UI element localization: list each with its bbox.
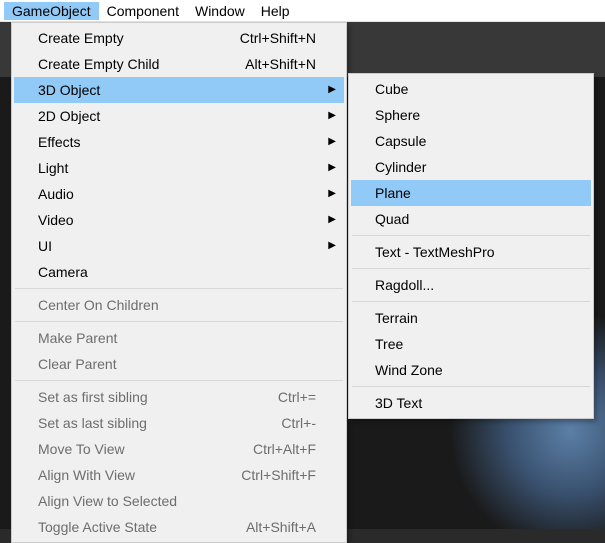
submenu-item-tree[interactable]: Tree	[351, 331, 591, 357]
menu-item-label: Make Parent	[38, 330, 316, 346]
menu-item-2d-object[interactable]: 2D Object ▶	[14, 103, 344, 129]
menu-item-ui[interactable]: UI ▶	[14, 233, 344, 259]
menu-item-camera[interactable]: Camera	[14, 259, 344, 285]
submenu-item-quad[interactable]: Quad	[351, 206, 591, 232]
menu-item-shortcut: Alt+Shift+A	[246, 519, 316, 535]
menubar-item-help[interactable]: Help	[253, 2, 298, 20]
menu-item-label: Terrain	[375, 310, 563, 326]
menubar-item-gameobject[interactable]: GameObject	[4, 2, 99, 20]
chevron-right-icon: ▶	[328, 189, 336, 199]
menu-item-align-with-view: Align With ViewCtrl+Shift+F	[14, 462, 344, 488]
menu-divider	[15, 321, 343, 322]
submenu-item-text-textmeshpro[interactable]: Text - TextMeshPro	[351, 239, 591, 265]
menu-item-set-as-last-sibling: Set as last siblingCtrl+-	[14, 410, 344, 436]
submenu-item-cube[interactable]: Cube	[351, 76, 591, 102]
menubar-item-window[interactable]: Window	[187, 2, 253, 20]
menu-item-shortcut: Alt+Shift+N	[245, 56, 316, 72]
menu-item-label: 2D Object	[38, 108, 316, 124]
menu-item-shortcut: Ctrl+=	[278, 389, 316, 405]
menu-item-label: Toggle Active State	[38, 519, 246, 535]
menu-item-label: Video	[38, 212, 316, 228]
menu-item-3d-object[interactable]: 3D Object ▶	[14, 77, 344, 103]
menu-item-align-view-to-selected: Align View to Selected	[14, 488, 344, 514]
3d-object-submenu: Cube Sphere Capsule Cylinder Plane Quad Text -…	[348, 73, 594, 419]
chevron-right-icon: ▶	[328, 85, 336, 95]
menu-item-label: Audio	[38, 186, 316, 202]
menu-item-label: Effects	[38, 134, 316, 150]
menu-item-label: 3D Object	[38, 82, 316, 98]
menu-item-center-on-children: Center On Children	[14, 292, 344, 318]
menu-item-label: Cylinder	[375, 159, 563, 175]
menu-item-label: Camera	[38, 264, 316, 280]
menu-item-label: Set as first sibling	[38, 389, 278, 405]
gameobject-menu: Create EmptyCtrl+Shift+NCreate Empty Chi…	[11, 22, 347, 543]
menu-item-label: Plane	[375, 185, 563, 201]
menu-item-label: Light	[38, 160, 316, 176]
menubar: GameObjectComponentWindowHelp	[0, 0, 605, 22]
submenu-item-terrain[interactable]: Terrain	[351, 305, 591, 331]
menu-item-create-empty-child[interactable]: Create Empty ChildAlt+Shift+N	[14, 51, 344, 77]
menu-divider	[352, 301, 590, 302]
submenu-item-cylinder[interactable]: Cylinder	[351, 154, 591, 180]
menu-item-create-empty[interactable]: Create EmptyCtrl+Shift+N	[14, 25, 344, 51]
menu-divider	[352, 386, 590, 387]
menu-item-effects[interactable]: Effects ▶	[14, 129, 344, 155]
menubar-item-component[interactable]: Component	[99, 2, 187, 20]
menu-item-clear-parent: Clear Parent	[14, 351, 344, 377]
submenu-item-wind-zone[interactable]: Wind Zone	[351, 357, 591, 383]
menu-divider	[15, 288, 343, 289]
chevron-right-icon: ▶	[328, 215, 336, 225]
menu-item-label: Capsule	[375, 133, 563, 149]
menu-divider	[352, 235, 590, 236]
submenu-item-ragdoll[interactable]: Ragdoll...	[351, 272, 591, 298]
menu-item-label: Create Empty Child	[38, 56, 245, 72]
menu-item-toggle-active-state: Toggle Active StateAlt+Shift+A	[14, 514, 344, 540]
menu-item-label: Wind Zone	[375, 362, 563, 378]
menu-item-label: Set as last sibling	[38, 415, 281, 431]
menu-item-shortcut: Ctrl+-	[281, 415, 316, 431]
menu-item-label: Ragdoll...	[375, 277, 563, 293]
menu-item-shortcut: Ctrl+Shift+N	[240, 30, 316, 46]
menu-item-label: Text - TextMeshPro	[375, 244, 563, 260]
menu-item-shortcut: Ctrl+Alt+F	[253, 441, 316, 457]
menu-item-shortcut: Ctrl+Shift+F	[241, 467, 316, 483]
menu-item-label: Align With View	[38, 467, 241, 483]
menu-item-set-as-first-sibling: Set as first siblingCtrl+=	[14, 384, 344, 410]
menu-item-label: Move To View	[38, 441, 253, 457]
chevron-right-icon: ▶	[328, 111, 336, 121]
submenu-item-3d-text[interactable]: 3D Text	[351, 390, 591, 416]
menu-item-label: Center On Children	[38, 297, 316, 313]
menu-item-label: Quad	[375, 211, 563, 227]
menu-divider	[352, 268, 590, 269]
submenu-item-sphere[interactable]: Sphere	[351, 102, 591, 128]
menu-item-label: UI	[38, 238, 316, 254]
chevron-right-icon: ▶	[328, 241, 336, 251]
chevron-right-icon: ▶	[328, 163, 336, 173]
submenu-item-plane[interactable]: Plane	[351, 180, 591, 206]
menu-item-label: Cube	[375, 81, 563, 97]
menu-item-label: Sphere	[375, 107, 563, 123]
menu-item-audio[interactable]: Audio ▶	[14, 181, 344, 207]
menu-divider	[15, 380, 343, 381]
menu-item-make-parent: Make Parent	[14, 325, 344, 351]
menu-item-light[interactable]: Light ▶	[14, 155, 344, 181]
menu-item-move-to-view: Move To ViewCtrl+Alt+F	[14, 436, 344, 462]
chevron-right-icon: ▶	[328, 137, 336, 147]
menu-item-label: Align View to Selected	[38, 493, 316, 509]
menu-item-label: Create Empty	[38, 30, 240, 46]
submenu-item-capsule[interactable]: Capsule	[351, 128, 591, 154]
menu-item-video[interactable]: Video ▶	[14, 207, 344, 233]
menu-item-label: 3D Text	[375, 395, 563, 411]
menu-item-label: Clear Parent	[38, 356, 316, 372]
menu-item-label: Tree	[375, 336, 563, 352]
